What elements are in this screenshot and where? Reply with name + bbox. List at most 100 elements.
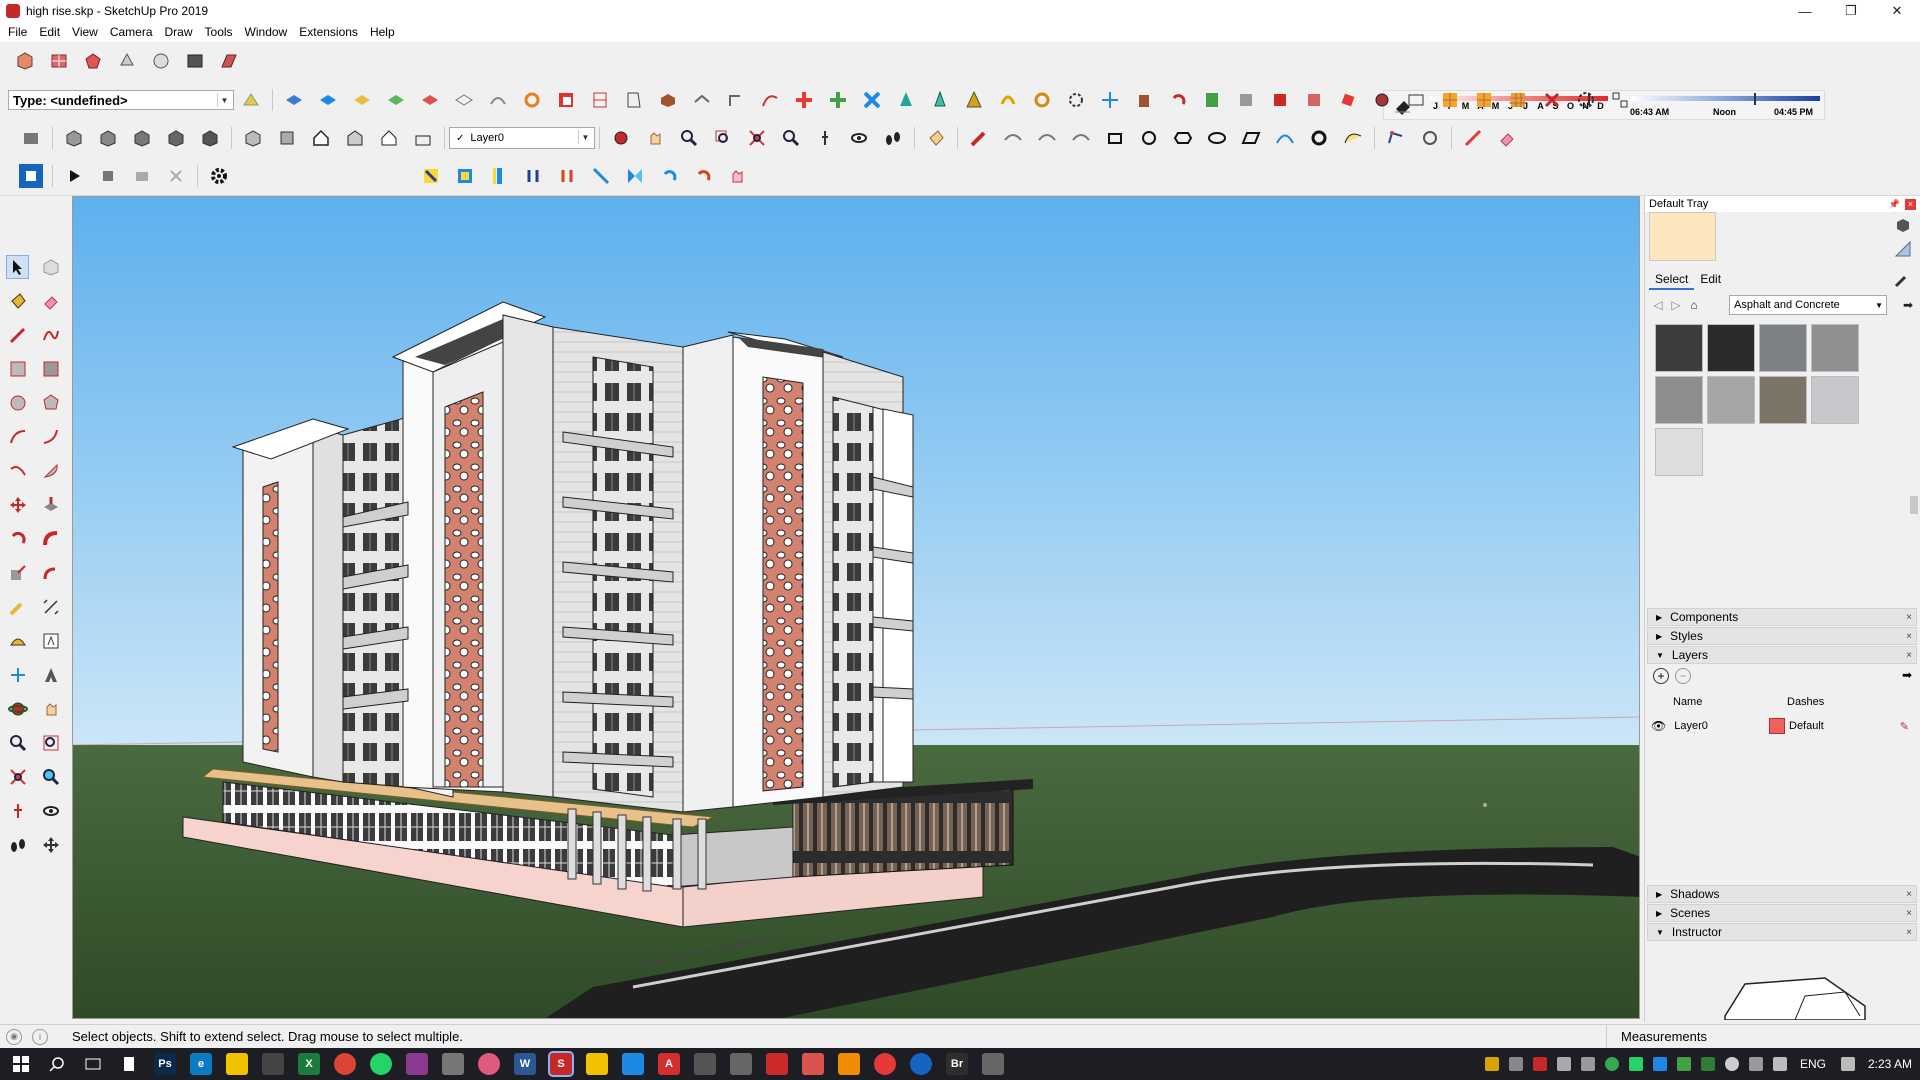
bezier-icon[interactable] [1273, 126, 1297, 150]
tab-select[interactable]: Select [1649, 270, 1695, 290]
tray-app-icon[interactable] [1532, 1057, 1547, 1071]
taskbar-app-icon[interactable] [226, 1053, 248, 1075]
task-view-icon[interactable] [82, 1053, 104, 1075]
zoom-window-tool-icon[interactable] [39, 731, 62, 755]
move-tool-icon[interactable] [6, 493, 29, 517]
push-pull-tool-icon[interactable] [39, 493, 62, 517]
section-plane-icon[interactable] [554, 88, 578, 112]
freehand-1-icon[interactable] [1001, 126, 1025, 150]
menu-window[interactable]: Window [241, 25, 296, 39]
share-component-icon[interactable] [115, 49, 139, 73]
circle-icon[interactable] [1137, 126, 1161, 150]
mirror-icon[interactable] [623, 164, 647, 188]
freehand-2-icon[interactable] [1035, 126, 1059, 150]
torus-icon[interactable] [1307, 126, 1331, 150]
microphone-icon[interactable] [1556, 1057, 1571, 1071]
array-icon[interactable] [1608, 88, 1632, 112]
back-edges-icon[interactable] [275, 126, 299, 150]
three-point-arc-tool-icon[interactable] [6, 459, 29, 483]
back-arrow-icon[interactable]: ◁ [1649, 296, 1667, 314]
layer-row[interactable]: 👁 Layer0 Default ✎ [1651, 716, 1915, 736]
details-arrow-icon[interactable]: ➡ [1899, 296, 1917, 314]
arc-tool-icon[interactable] [6, 425, 29, 449]
volume-icon[interactable] [1748, 1057, 1763, 1071]
scale-tool-icon[interactable] [6, 561, 29, 585]
spline-icon[interactable] [1341, 126, 1365, 150]
paint-bucket-tool-icon[interactable] [6, 289, 29, 313]
taskbar-app-icon[interactable] [262, 1053, 284, 1075]
language-indicator[interactable]: ENG [1800, 1057, 1826, 1071]
grid-orange-3-icon[interactable] [1506, 88, 1530, 112]
tray-app-icon[interactable] [1508, 1057, 1523, 1071]
model-viewport[interactable] [72, 196, 1640, 1019]
add-detail-icon[interactable] [452, 88, 476, 112]
tag-icon[interactable] [1336, 88, 1360, 112]
material-swatch[interactable] [1811, 376, 1859, 424]
section-cut-icon[interactable] [588, 88, 612, 112]
close-button[interactable]: ✕ [1874, 0, 1920, 22]
look-around-icon[interactable] [847, 126, 871, 150]
tray-app-icon[interactable] [1724, 1057, 1739, 1071]
line-tool-icon[interactable] [6, 323, 29, 347]
move-green-icon[interactable] [826, 88, 850, 112]
axes-icon[interactable] [1098, 88, 1122, 112]
offset-icon[interactable] [1418, 126, 1442, 150]
settings-gear-icon[interactable] [207, 164, 231, 188]
sandbox-from-scratch-icon[interactable] [316, 88, 340, 112]
taskbar-app-icon[interactable]: Br [946, 1053, 968, 1075]
remove-scene-icon[interactable] [164, 164, 188, 188]
align-1-icon[interactable] [419, 164, 443, 188]
time-slider-thumb[interactable] [1753, 93, 1756, 105]
distribute-red-icon[interactable] [555, 164, 579, 188]
scale-tool-icon[interactable] [1234, 88, 1258, 112]
layout-icon[interactable] [183, 49, 207, 73]
section-fill-icon[interactable] [622, 88, 646, 112]
chevron-down-icon[interactable]: ▼ [578, 130, 592, 144]
house-icon[interactable] [309, 126, 333, 150]
smoove-icon[interactable] [350, 88, 374, 112]
intersect-icon[interactable] [690, 88, 714, 112]
measurements-box[interactable]: Measurements [1606, 1024, 1920, 1049]
rectangle-icon[interactable] [1103, 126, 1127, 150]
tab-edit[interactable]: Edit [1694, 270, 1727, 290]
front-view-icon[interactable] [130, 126, 154, 150]
layer-details-arrow-icon[interactable]: ➡ [1902, 668, 1912, 682]
offset-edges-icon[interactable] [724, 88, 748, 112]
tray-app-icon[interactable] [1700, 1057, 1715, 1071]
zoom-window-icon[interactable] [711, 126, 735, 150]
extension-warehouse-icon[interactable] [47, 49, 71, 73]
menu-view[interactable]: View [68, 25, 106, 39]
bucket-icon[interactable] [1132, 88, 1156, 112]
wifi-icon[interactable] [1772, 1057, 1787, 1071]
axes-tool-icon[interactable] [6, 663, 29, 687]
back-view-icon[interactable] [198, 126, 222, 150]
material-swatch[interactable] [1759, 376, 1807, 424]
top-view-icon[interactable] [96, 126, 120, 150]
position-camera-icon[interactable] [813, 126, 837, 150]
material-swatch[interactable] [1759, 324, 1807, 372]
taskbar-app-icon[interactable] [334, 1053, 356, 1075]
type-selector[interactable]: Type: <undefined> ▼ [8, 90, 234, 110]
polygon-tool-icon[interactable] [39, 391, 62, 415]
explode-icon[interactable] [1540, 88, 1564, 112]
panel-instructor[interactable]: ▼ Instructor × [1647, 923, 1917, 941]
sample-paint-icon[interactable] [1894, 216, 1912, 234]
menu-tools[interactable]: Tools [201, 25, 241, 39]
pin-icon[interactable]: 📌 [1889, 199, 1900, 210]
info-icon[interactable]: i [32, 1028, 48, 1045]
menu-extensions[interactable]: Extensions [295, 25, 366, 39]
close-icon[interactable]: × [1906, 889, 1912, 900]
xray-icon[interactable] [241, 126, 265, 150]
eye-icon[interactable]: 👁 [1651, 719, 1666, 733]
paint-bucket-icon[interactable] [924, 126, 948, 150]
move-red-icon[interactable] [792, 88, 816, 112]
tray-app-icon[interactable] [1628, 1057, 1643, 1071]
home-icon[interactable]: ⌂ [1685, 296, 1703, 314]
tray-scrollbar-thumb[interactable] [1910, 496, 1918, 514]
system-clock[interactable]: 2:23 AM [1868, 1057, 1912, 1071]
rotated-rectangle-tool-icon[interactable] [39, 357, 62, 381]
fountain-icon[interactable] [928, 88, 952, 112]
iso-view-icon[interactable] [62, 126, 86, 150]
style-builder-icon[interactable] [217, 49, 241, 73]
play-icon[interactable] [62, 164, 86, 188]
